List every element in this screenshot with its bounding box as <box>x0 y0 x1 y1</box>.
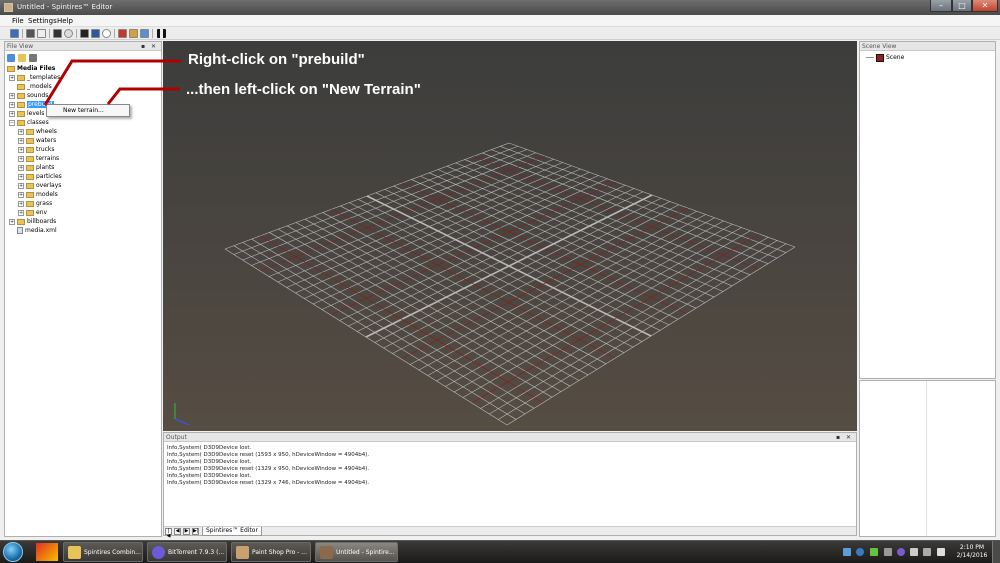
tray-flag-icon[interactable] <box>910 548 918 556</box>
tray-app-icon[interactable] <box>884 548 892 556</box>
property-divider <box>926 381 927 536</box>
show-desktop-button[interactable] <box>992 541 1000 563</box>
prev-tab-button[interactable]: ◀ <box>174 528 181 535</box>
output-panel: Output ▪ ✕ Info,System( D3D9Device lost.… <box>163 432 857 539</box>
log-line: Info,System( D3D9Device reset (1593 x 95… <box>167 452 370 458</box>
log-line: Info,System( D3D9Device lost. <box>167 445 252 451</box>
log-line: Info,System( D3D9Device reset (1329 x 74… <box>167 480 370 486</box>
annotation-text-1: Right-click on "prebuild" <box>188 51 365 68</box>
taskbar: Spintires Combin... BitTorrent 7.9.3 (..… <box>0 540 1000 563</box>
tray-volume-icon[interactable] <box>937 548 945 556</box>
clock-date: 2/14/2016 <box>956 552 988 559</box>
scene-view-title: Scene View <box>862 43 897 50</box>
log-line: Info,System( D3D9Device lost. <box>167 459 252 465</box>
tray-battery-icon[interactable] <box>870 548 878 556</box>
scene-view-header: Scene View <box>860 42 995 51</box>
tray-bittorrent-icon[interactable] <box>897 548 905 556</box>
task-spintires-combined[interactable]: Spintires Combin... <box>63 542 143 562</box>
start-button[interactable] <box>3 542 23 562</box>
task-bittorrent[interactable]: BitTorrent 7.9.3 (... <box>147 542 227 562</box>
log-line: Info,System( D3D9Device reset (1329 x 95… <box>167 466 370 472</box>
annotation-text-2: ...then left-click on "New Terrain" <box>186 81 421 98</box>
clock-time: 2:10 PM <box>959 544 985 551</box>
scene-view-panel: Scene View Scene <box>859 41 996 379</box>
editor-window: Untitled - Spintires™ Editor – □ ✕ File … <box>0 0 1000 540</box>
tree-connector <box>866 57 874 58</box>
task-spintires-editor[interactable]: Untitled - Spintire... <box>315 542 398 562</box>
folder-icon <box>68 546 81 559</box>
tray-browser-icon[interactable] <box>856 548 864 556</box>
output-log: Info,System( D3D9Device lost. Info,Syste… <box>167 445 369 487</box>
paint-shop-icon <box>236 546 249 559</box>
log-line: Info,System( D3D9Device lost. <box>167 473 252 479</box>
next-tab-button[interactable]: ▶ <box>183 528 190 535</box>
panel-controls[interactable]: ▪ ✕ <box>836 433 853 442</box>
output-title: Output <box>166 434 187 441</box>
scene-icon <box>876 53 884 62</box>
last-tab-button[interactable]: ▶| <box>192 528 199 535</box>
annotation-arrow-2 <box>106 87 180 105</box>
output-header: Output ▪ ✕ <box>164 433 856 442</box>
tray-monitor-icon[interactable] <box>923 548 931 556</box>
scene-root[interactable]: Scene <box>866 53 904 62</box>
bittorrent-icon <box>152 546 165 559</box>
properties-panel <box>859 380 996 537</box>
output-tab-strip: |◀ ◀ ▶ ▶| Spintires™ Editor <box>164 526 856 539</box>
tray-network-icon[interactable] <box>843 548 851 556</box>
tab-spintires-editor[interactable]: Spintires™ Editor <box>202 527 262 536</box>
spintires-icon <box>320 546 333 559</box>
taskbar-clock[interactable]: 2:10 PM 2/14/2016 <box>954 544 990 560</box>
task-paint-shop-pro[interactable]: Paint Shop Pro - ... <box>231 542 311 562</box>
pinned-app-icon[interactable] <box>36 543 58 561</box>
first-tab-button[interactable]: |◀ <box>165 528 172 539</box>
